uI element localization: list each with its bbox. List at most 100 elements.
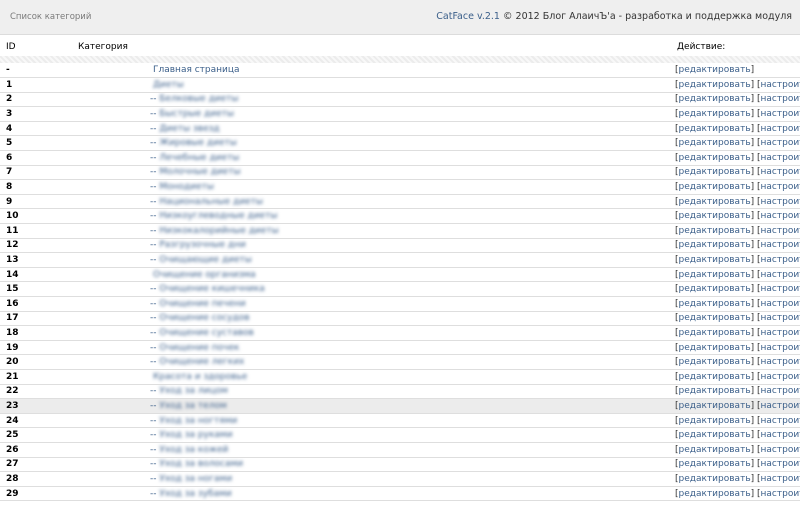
edit-link[interactable]: редактировать [679, 109, 751, 119]
edit-link[interactable]: редактировать [679, 313, 751, 323]
table-row: 21 Красота и здоровье [редактировать] [нас… [0, 369, 800, 385]
category-link[interactable]: Диеты [153, 80, 184, 90]
table-row: 24 -- Уход за ногтями [редактировать] [нас… [0, 413, 800, 429]
row-prefix: -- [150, 284, 160, 295]
configure-link[interactable]: настроить [761, 240, 800, 250]
category-link[interactable]: Очищение легких [159, 357, 244, 367]
edit-link[interactable]: редактировать [679, 343, 751, 353]
edit-link[interactable]: редактировать [679, 401, 751, 411]
category-link[interactable]: Очищение печени [159, 299, 245, 309]
category-link[interactable]: Уход за ногами [159, 474, 232, 484]
edit-link[interactable]: редактировать [679, 357, 751, 367]
edit-link[interactable]: редактировать [679, 328, 751, 338]
category-link[interactable]: Национальные диеты [159, 197, 263, 207]
configure-link[interactable]: настроить [761, 401, 800, 411]
category-link[interactable]: Белковые диеты [159, 94, 238, 104]
edit-link[interactable]: редактировать [679, 182, 751, 192]
edit-link[interactable]: редактировать [679, 284, 751, 294]
edit-link[interactable]: редактировать [679, 416, 751, 426]
edit-link[interactable]: редактировать [679, 167, 751, 177]
edit-link[interactable]: редактировать [679, 255, 751, 265]
configure-link[interactable]: настроить [761, 343, 800, 353]
row-id: 19 [0, 340, 75, 356]
category-link[interactable]: Разгрузочные дни [159, 240, 245, 250]
edit-link[interactable]: редактировать [679, 474, 751, 484]
edit-link[interactable]: редактировать [679, 299, 751, 309]
category-link[interactable]: Очищение сосудов [159, 313, 249, 323]
category-link[interactable]: Жировые диеты [159, 138, 237, 148]
configure-link[interactable]: настроить [761, 255, 800, 265]
category-link[interactable]: Быстрые диеты [159, 109, 234, 119]
configure-link[interactable]: настроить [761, 416, 800, 426]
category-link[interactable]: Диеты звезд [159, 124, 219, 134]
configure-link[interactable]: настроить [761, 153, 800, 163]
edit-link[interactable]: редактировать [679, 372, 751, 382]
row-prefix: -- [150, 400, 160, 411]
edit-link[interactable]: редактировать [679, 270, 751, 280]
row-actions: [редактировать] [настроить] [675, 471, 800, 487]
configure-link[interactable]: настроить [761, 109, 800, 119]
configure-link[interactable]: настроить [761, 299, 800, 309]
category-link[interactable]: Уход за руками [159, 430, 232, 440]
category-link[interactable]: Уход за зубами [159, 489, 231, 499]
configure-link[interactable]: настроить [761, 270, 800, 280]
category-link[interactable]: Низкоуглеводные диеты [159, 211, 277, 221]
category-link[interactable]: Уход за лицом [159, 386, 228, 396]
configure-link[interactable]: настроить [761, 80, 800, 90]
category-link[interactable]: Монодиеты [159, 182, 214, 192]
configure-link[interactable]: настроить [761, 430, 800, 440]
configure-link[interactable]: настроить [761, 182, 800, 192]
configure-link[interactable]: настроить [761, 226, 800, 236]
edit-link[interactable]: редактировать [679, 430, 751, 440]
configure-link[interactable]: настроить [761, 197, 800, 207]
edit-link[interactable]: редактировать [679, 80, 751, 90]
configure-link[interactable]: настроить [761, 372, 800, 382]
row-id: 27 [0, 457, 75, 473]
edit-link[interactable]: редактировать [679, 226, 751, 236]
edit-link[interactable]: редактировать [679, 489, 751, 499]
configure-link[interactable]: настроить [761, 211, 800, 221]
configure-link[interactable]: настроить [761, 94, 800, 104]
configure-link[interactable]: настроить [761, 167, 800, 177]
product-link[interactable]: CatFace v.2.1 [436, 11, 500, 22]
edit-link[interactable]: редактировать [679, 124, 751, 134]
edit-link[interactable]: редактировать [679, 65, 751, 75]
configure-link[interactable]: настроить [761, 138, 800, 148]
category-link[interactable]: Главная страница [153, 65, 240, 75]
edit-link[interactable]: редактировать [679, 240, 751, 250]
configure-link[interactable]: настроить [761, 328, 800, 338]
category-link[interactable]: Красота и здоровье [153, 372, 247, 382]
edit-link[interactable]: редактировать [679, 153, 751, 163]
configure-link[interactable]: настроить [761, 459, 800, 469]
category-link[interactable]: Очищение организма [153, 270, 256, 280]
category-link[interactable]: Молочные диеты [159, 167, 240, 177]
category-link[interactable]: Очищающие диеты [159, 255, 252, 265]
row-id: 13 [0, 252, 75, 268]
row-actions: [редактировать] [настроить] [675, 252, 800, 268]
category-link[interactable]: Уход за кожей [159, 445, 228, 455]
category-link[interactable]: Уход за телом [159, 401, 226, 411]
edit-link[interactable]: редактировать [679, 138, 751, 148]
configure-link[interactable]: настроить [761, 124, 800, 134]
edit-link[interactable]: редактировать [679, 386, 751, 396]
configure-link[interactable]: настроить [761, 445, 800, 455]
configure-link[interactable]: настроить [761, 386, 800, 396]
category-link[interactable]: Лечебные диеты [159, 153, 239, 163]
category-link[interactable]: Очищение почек [159, 343, 239, 353]
category-link[interactable]: Уход за волосами [159, 459, 243, 469]
configure-link[interactable]: настроить [761, 489, 800, 499]
category-link[interactable]: Уход за ногтями [159, 416, 237, 426]
edit-link[interactable]: редактировать [679, 211, 751, 221]
configure-link[interactable]: настроить [761, 474, 800, 484]
row-id: 26 [0, 442, 75, 458]
edit-link[interactable]: редактировать [679, 94, 751, 104]
configure-link[interactable]: настроить [761, 357, 800, 367]
category-link[interactable]: Низкокалорийные диеты [159, 226, 278, 236]
configure-link[interactable]: настроить [761, 284, 800, 294]
configure-link[interactable]: настроить [761, 313, 800, 323]
edit-link[interactable]: редактировать [679, 445, 751, 455]
category-link[interactable]: Очищение кишечника [159, 284, 264, 294]
edit-link[interactable]: редактировать [679, 459, 751, 469]
category-link[interactable]: Очищение суставов [159, 328, 254, 338]
edit-link[interactable]: редактировать [679, 197, 751, 207]
